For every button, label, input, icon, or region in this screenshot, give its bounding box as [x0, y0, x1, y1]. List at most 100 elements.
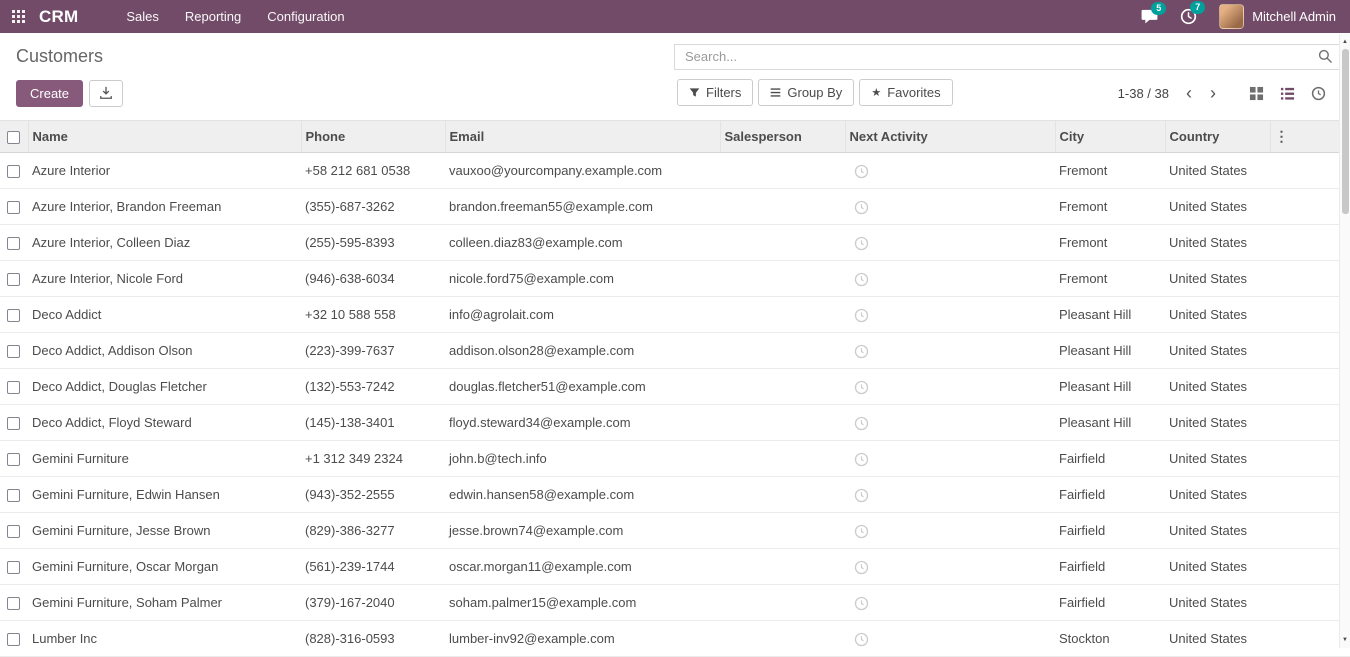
cell-next-activity[interactable] [845, 585, 1055, 621]
row-checkbox[interactable] [7, 417, 20, 430]
column-header-phone[interactable]: Phone [301, 121, 445, 153]
row-checkbox[interactable] [7, 345, 20, 358]
cell-next-activity[interactable] [845, 441, 1055, 477]
activities-button[interactable]: 7 [1180, 8, 1197, 25]
column-header-email[interactable]: Email [445, 121, 720, 153]
app-name[interactable]: CRM [39, 7, 78, 27]
apps-menu-icon[interactable] [12, 10, 25, 23]
row-checkbox[interactable] [7, 525, 20, 538]
cell-next-activity[interactable] [845, 261, 1055, 297]
cell-next-activity[interactable] [845, 369, 1055, 405]
row-checkbox[interactable] [7, 597, 20, 610]
menu-reporting[interactable]: Reporting [185, 9, 241, 24]
create-button[interactable]: Create [16, 80, 83, 107]
column-header-city[interactable]: City [1055, 121, 1165, 153]
table-row[interactable]: Azure Interior, Nicole Ford (946)-638-60… [0, 261, 1350, 297]
table-row[interactable]: Azure Interior +58 212 681 0538 vauxoo@y… [0, 153, 1350, 189]
pager-next-button[interactable]: › [1201, 84, 1225, 102]
cell-phone: +32 10 588 558 [301, 297, 445, 333]
cell-country: United States [1165, 333, 1270, 369]
search-icon[interactable] [1318, 49, 1333, 64]
scrollbar-thumb[interactable] [1342, 49, 1349, 214]
cell-email: jesse.brown74@example.com [445, 513, 720, 549]
next-activity-clock-icon [854, 488, 869, 503]
cell-next-activity[interactable] [845, 297, 1055, 333]
table-row[interactable]: Gemini Furniture, Edwin Hansen (943)-352… [0, 477, 1350, 513]
activity-view-button[interactable] [1303, 82, 1334, 105]
select-all-checkbox[interactable] [7, 131, 20, 144]
cell-filler [1270, 153, 1350, 189]
cell-salesperson [720, 153, 845, 189]
table-row[interactable]: Gemini Furniture, Oscar Morgan (561)-239… [0, 549, 1350, 585]
list-view-button[interactable] [1272, 82, 1303, 105]
column-header-name[interactable]: Name [28, 121, 301, 153]
row-checkbox[interactable] [7, 633, 20, 646]
cell-country: United States [1165, 549, 1270, 585]
table-row[interactable]: Deco Addict, Floyd Steward (145)-138-340… [0, 405, 1350, 441]
cell-next-activity[interactable] [845, 405, 1055, 441]
group-by-button[interactable]: Group By [758, 79, 854, 106]
filters-button[interactable]: Filters [677, 79, 753, 106]
next-activity-clock-icon [854, 308, 869, 323]
cell-next-activity[interactable] [845, 477, 1055, 513]
column-header-country[interactable]: Country [1165, 121, 1270, 153]
cell-next-activity[interactable] [845, 225, 1055, 261]
pager-range: 1-38 / 38 [1118, 86, 1169, 101]
row-checkbox[interactable] [7, 489, 20, 502]
export-button[interactable] [89, 80, 123, 107]
column-header-salesperson[interactable]: Salesperson [720, 121, 845, 153]
pager-previous-button[interactable]: ‹ [1177, 84, 1201, 102]
cell-salesperson [720, 333, 845, 369]
row-checkbox[interactable] [7, 453, 20, 466]
table-row[interactable]: Azure Interior, Brandon Freeman (355)-68… [0, 189, 1350, 225]
row-checkbox[interactable] [7, 273, 20, 286]
scroll-down-arrow[interactable]: ▼ [1340, 637, 1350, 643]
table-row[interactable]: Gemini Furniture +1 312 349 2324 john.b@… [0, 441, 1350, 477]
scroll-up-arrow[interactable]: ▲ [1340, 39, 1350, 45]
cell-name: Deco Addict, Douglas Fletcher [28, 369, 301, 405]
cell-city: Fairfield [1055, 513, 1165, 549]
cell-name: Deco Addict, Addison Olson [28, 333, 301, 369]
table-row[interactable]: Lumber Inc (828)-316-0593 lumber-inv92@e… [0, 621, 1350, 657]
row-checkbox[interactable] [7, 201, 20, 214]
table-row[interactable]: Deco Addict +32 10 588 558 info@agrolait… [0, 297, 1350, 333]
table-row[interactable]: Azure Interior, Colleen Diaz (255)-595-8… [0, 225, 1350, 261]
cell-next-activity[interactable] [845, 513, 1055, 549]
row-checkbox[interactable] [7, 381, 20, 394]
cell-filler [1270, 477, 1350, 513]
menu-configuration[interactable]: Configuration [267, 9, 344, 24]
user-menu[interactable]: Mitchell Admin [1219, 4, 1336, 29]
table-row[interactable]: Gemini Furniture, Soham Palmer (379)-167… [0, 585, 1350, 621]
optional-columns-toggle[interactable]: ⋮ [1275, 128, 1289, 144]
group-by-icon [770, 87, 781, 98]
cell-next-activity[interactable] [845, 549, 1055, 585]
cell-next-activity[interactable] [845, 189, 1055, 225]
cell-next-activity[interactable] [845, 333, 1055, 369]
table-row[interactable]: Deco Addict, Addison Olson (223)-399-763… [0, 333, 1350, 369]
activities-badge: 7 [1190, 1, 1205, 14]
row-checkbox[interactable] [7, 561, 20, 574]
table-row[interactable]: Gemini Furniture, Jesse Brown (829)-386-… [0, 513, 1350, 549]
cell-filler [1270, 405, 1350, 441]
messages-button[interactable]: 5 [1141, 9, 1158, 24]
menu-sales[interactable]: Sales [126, 9, 159, 24]
vertical-scrollbar[interactable]: ▲ ▼ [1339, 34, 1350, 648]
row-checkbox[interactable] [7, 237, 20, 250]
row-checkbox[interactable] [7, 165, 20, 178]
favorites-button[interactable]: ★ Favorites [859, 79, 952, 106]
cell-next-activity[interactable] [845, 153, 1055, 189]
search-input[interactable] [683, 48, 1318, 65]
cell-name: Azure Interior [28, 153, 301, 189]
row-checkbox-cell [0, 441, 28, 477]
kanban-view-button[interactable] [1241, 82, 1272, 105]
row-checkbox-cell [0, 585, 28, 621]
favorites-label: Favorites [887, 85, 940, 100]
filters-label: Filters [706, 85, 741, 100]
cell-name: Gemini Furniture, Oscar Morgan [28, 549, 301, 585]
cell-email: douglas.fletcher51@example.com [445, 369, 720, 405]
column-header-next-activity[interactable]: Next Activity [845, 121, 1055, 153]
cell-phone: (946)-638-6034 [301, 261, 445, 297]
cell-next-activity[interactable] [845, 621, 1055, 657]
table-row[interactable]: Deco Addict, Douglas Fletcher (132)-553-… [0, 369, 1350, 405]
row-checkbox[interactable] [7, 309, 20, 322]
